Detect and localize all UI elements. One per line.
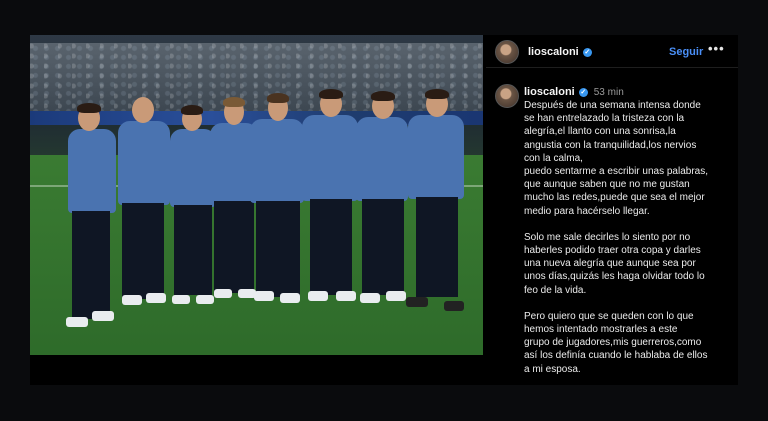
post-caption: Después de una semana intensa donde se h… (524, 99, 729, 389)
caption-avatar[interactable] (495, 84, 519, 108)
follow-button[interactable]: Seguir (669, 46, 703, 58)
person-1 (64, 103, 120, 333)
person-5 (248, 93, 308, 315)
caption-author: lioscaloni ✓ 53 min (524, 86, 624, 98)
header-username[interactable]: lioscaloni ✓ (528, 46, 592, 58)
person-6 (300, 89, 362, 311)
caption-username[interactable]: lioscaloni (524, 86, 575, 98)
person-7 (354, 91, 412, 313)
header-username-text[interactable]: lioscaloni (528, 46, 579, 58)
more-options-icon[interactable]: ••• (708, 41, 725, 56)
person-8 (406, 89, 470, 321)
author-avatar[interactable] (495, 40, 519, 64)
post-photo[interactable] (30, 35, 483, 355)
verified-badge-icon: ✓ (582, 47, 592, 57)
post-header: lioscaloni ✓ Seguir ••• (486, 35, 738, 68)
caption-verified-badge-icon: ✓ (578, 87, 588, 97)
post-timestamp[interactable]: 53 min (594, 87, 624, 98)
post-sidebar: lioscaloni ✓ Seguir ••• lioscaloni ✓ 53 min… (486, 35, 738, 385)
person-2 (116, 97, 174, 317)
caption-paragraph-3: Pero quiero que se queden con lo que hem… (524, 310, 708, 375)
instagram-post: lioscaloni ✓ Seguir ••• lioscaloni ✓ 53 min… (30, 35, 738, 385)
caption-paragraph-1: Después de una semana intensa donde se h… (524, 100, 708, 217)
caption-paragraph-2: Solo me sale decirles lo siento por no h… (524, 231, 705, 296)
